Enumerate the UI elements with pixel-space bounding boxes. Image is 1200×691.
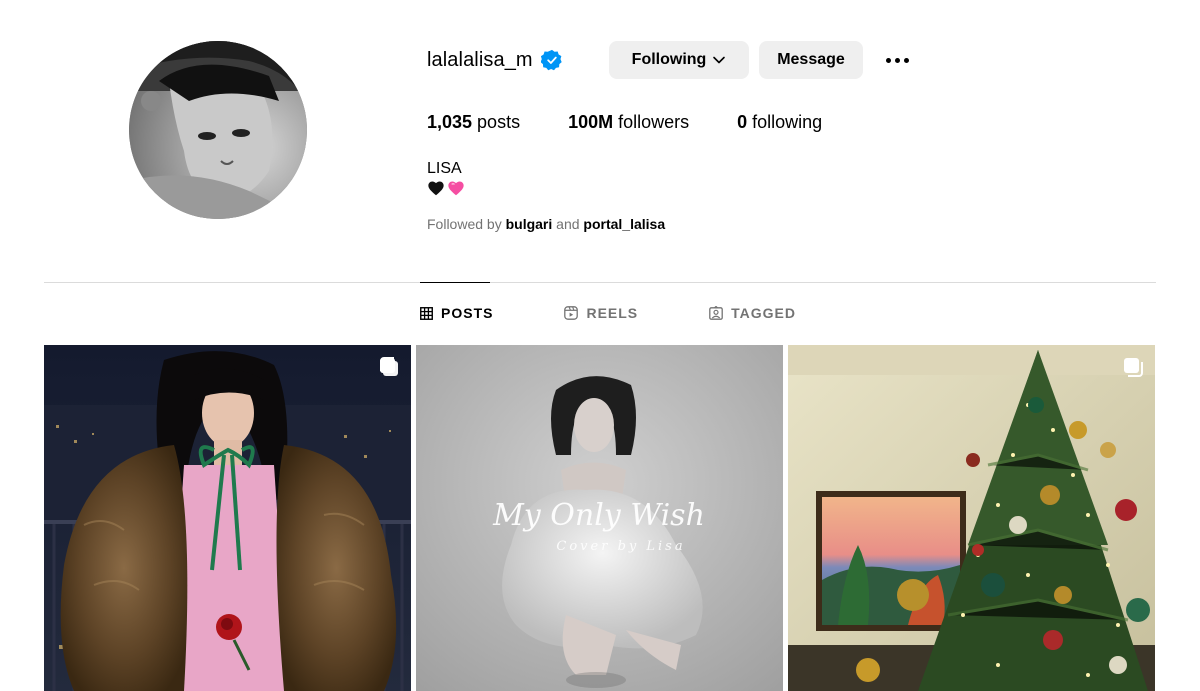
message-button[interactable]: Message [759, 41, 863, 79]
post-tile-3[interactable] [788, 345, 1155, 691]
tab-reels-label: REELS [586, 305, 639, 321]
followed-by[interactable]: Followed by bulgari and portal_lalisa [427, 216, 665, 232]
bio [427, 180, 465, 200]
followed-by-user-2[interactable]: portal_lalisa [583, 216, 665, 232]
post-image-fur-coat [44, 345, 411, 691]
following-stat[interactable]: 0 following [737, 112, 822, 133]
username: lalalalisa_m [427, 48, 533, 71]
full-name: LISA [427, 160, 462, 177]
avatar-image [129, 41, 307, 219]
followers-count: 100M [568, 112, 614, 132]
tab-posts[interactable]: POSTS [420, 303, 493, 323]
post-image-my-only-wish: My Only Wish Cover by Lisa [416, 345, 783, 691]
more-options-icon[interactable] [880, 48, 914, 72]
username-row: lalalalisa_m [427, 40, 563, 80]
tagged-icon [709, 306, 724, 320]
post-image-christmas-tree [788, 345, 1155, 691]
following-count: 0 [737, 112, 748, 132]
tabs-divider [44, 282, 1156, 283]
followers-stat[interactable]: 100M followers [568, 112, 689, 133]
followers-label: followers [618, 112, 690, 132]
followed-by-prefix: Followed by [427, 216, 502, 232]
post-tile-2[interactable]: My Only Wish Cover by Lisa [416, 345, 783, 691]
active-tab-indicator [420, 282, 490, 283]
multiple-posts-icon [1121, 355, 1145, 379]
grid-icon [420, 306, 433, 320]
profile-tabs: POSTS REELS TAGGED [420, 303, 796, 323]
post-tile-1[interactable] [44, 345, 411, 691]
tab-tagged-label: TAGGED [731, 305, 797, 321]
posts-label: posts [477, 112, 521, 132]
posts-count: 1,035 [427, 112, 473, 132]
multiple-posts-icon [377, 355, 401, 379]
posts-stat: 1,035 posts [427, 112, 520, 133]
posts-grid: My Only Wish Cover by Lisa [44, 345, 1155, 691]
following-button[interactable]: Following [609, 41, 749, 79]
tab-tagged[interactable]: TAGGED [709, 303, 796, 323]
following-label: following [752, 112, 823, 132]
message-button-label: Message [777, 51, 845, 68]
profile-stats: 1,035 posts 100M followers 0 following [427, 112, 870, 133]
chevron-down-icon [712, 53, 726, 67]
cover-title-text: My Only Wish [492, 498, 705, 533]
followed-by-user-1[interactable]: bulgari [506, 216, 553, 232]
following-button-label: Following [631, 51, 707, 68]
profile-avatar[interactable] [129, 41, 307, 219]
black-heart-icon [427, 180, 445, 201]
tab-reels[interactable]: REELS [564, 303, 638, 323]
cover-subtitle-text: Cover by Lisa [556, 539, 685, 554]
followed-by-and: and [556, 216, 580, 232]
reels-icon [564, 306, 579, 320]
pink-heart-icon [447, 180, 465, 201]
verified-badge-icon [540, 49, 563, 71]
tab-posts-label: POSTS [441, 305, 494, 321]
